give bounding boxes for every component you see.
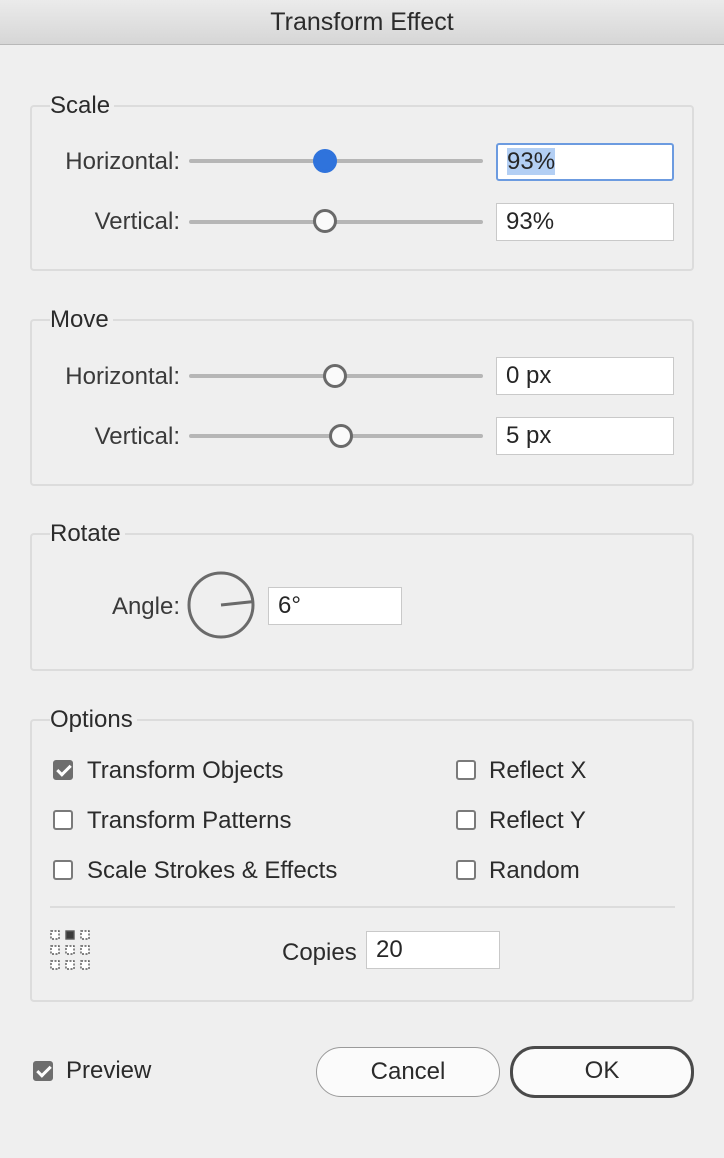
- reflect-x-label[interactable]: Reflect X: [489, 757, 586, 785]
- scale-horizontal-slider-thumb[interactable]: [313, 149, 337, 173]
- move-horizontal-field[interactable]: 0 px: [496, 357, 674, 395]
- angle-field[interactable]: 6°: [268, 587, 402, 625]
- scale-horizontal-value: 93%: [507, 148, 556, 175]
- move-group: [30, 319, 694, 486]
- ok-button[interactable]: OK: [510, 1046, 694, 1098]
- scale-group: [30, 105, 694, 271]
- transform-patterns-checkbox[interactable]: [53, 810, 73, 830]
- reflect-x-checkbox[interactable]: [456, 760, 476, 780]
- transform-objects-checkbox[interactable]: [53, 760, 73, 780]
- scale-group-label: Scale: [50, 92, 115, 120]
- reflect-y-label[interactable]: Reflect Y: [489, 807, 586, 835]
- move-vertical-slider-thumb[interactable]: [329, 424, 353, 448]
- scale-strokes-label[interactable]: Scale Strokes & Effects: [87, 857, 337, 885]
- copies-label: Copies: [282, 939, 357, 966]
- move-group-label: Move: [50, 306, 113, 334]
- scale-vertical-field[interactable]: 93%: [496, 203, 674, 241]
- scale-vertical-label: Vertical:: [94, 208, 180, 235]
- angle-label: Angle:: [111, 593, 180, 620]
- dialog-title: Transform Effect: [0, 0, 724, 45]
- move-horizontal-label: Horizontal:: [65, 363, 180, 390]
- angle-dial[interactable]: [186, 570, 256, 640]
- preview-label[interactable]: Preview: [66, 1057, 151, 1085]
- rotate-group-label: Rotate: [50, 520, 125, 548]
- scale-vertical-slider-thumb[interactable]: [313, 209, 337, 233]
- angle-dial-needle: [220, 600, 253, 607]
- options-divider: [50, 906, 675, 908]
- options-group-label: Options: [50, 706, 137, 734]
- preview-checkbox[interactable]: [33, 1061, 53, 1081]
- transform-patterns-label[interactable]: Transform Patterns: [87, 807, 292, 835]
- reflect-y-checkbox[interactable]: [456, 810, 476, 830]
- copies-field[interactable]: 20: [366, 931, 500, 969]
- reference-point-grid-icon[interactable]: [50, 930, 90, 970]
- random-checkbox[interactable]: [456, 860, 476, 880]
- move-vertical-label: Vertical:: [94, 423, 180, 450]
- move-horizontal-slider-thumb[interactable]: [323, 364, 347, 388]
- scale-horizontal-label: Horizontal:: [65, 148, 180, 175]
- transform-objects-label[interactable]: Transform Objects: [87, 757, 284, 785]
- random-label[interactable]: Random: [489, 857, 580, 885]
- scale-horizontal-field[interactable]: 93%: [496, 143, 674, 181]
- move-vertical-field[interactable]: 5 px: [496, 417, 674, 455]
- cancel-button[interactable]: Cancel: [316, 1047, 500, 1097]
- transform-effect-dialog: Transform Effect Scale Horizontal: 93% V…: [0, 0, 724, 1158]
- scale-strokes-checkbox[interactable]: [53, 860, 73, 880]
